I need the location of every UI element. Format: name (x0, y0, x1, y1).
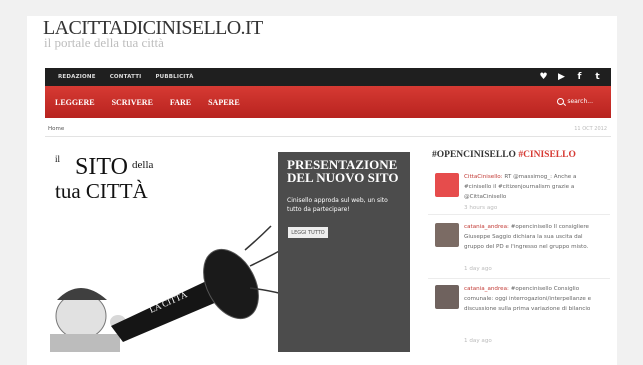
hero-handwriting-il: il (55, 154, 61, 164)
hero-caption-panel: PRESENTAZIONE DEL NUOVO SITO Cinisello a… (278, 152, 410, 352)
tweet-user[interactable]: catania_andrea: (464, 286, 509, 292)
tweet-user[interactable]: CittaCinisello: (464, 174, 503, 180)
sound-line-2 (249, 249, 282, 267)
social-icons: ♥ ▶ f t (538, 71, 603, 82)
main-navigation: LEGGERE SCRIVERE FARE SAPERE search... (45, 86, 611, 118)
play-icon[interactable]: ▶ (556, 71, 567, 82)
tweet-divider (428, 278, 610, 279)
sidebar-title: #OPENCINISELLO #CINISELLO (432, 150, 576, 160)
breadcrumb: Home 11 OCT 2012 (45, 123, 611, 137)
search-box[interactable]: search... (557, 98, 593, 105)
nav-item-fare[interactable]: FARE (170, 98, 191, 107)
hashtag-cinisello[interactable]: #CINISELLO (518, 150, 576, 160)
avatar[interactable] (435, 223, 459, 247)
tweet-text: CittaCinisello: RT @massimog_: Anche a #… (464, 172, 604, 202)
tweet-user[interactable]: catania_andrea: (464, 224, 509, 230)
twitter-icon[interactable]: t (592, 71, 603, 82)
toplink-contatti[interactable]: CONTATTI (110, 74, 142, 80)
child-shirt (50, 334, 120, 352)
nav-item-leggere[interactable]: LEGGERE (55, 98, 95, 107)
search-input[interactable]: search... (567, 98, 593, 105)
breadcrumb-home[interactable]: Home (48, 126, 64, 132)
tweet-text: catania_andrea: #opencinisello Il consig… (464, 222, 604, 252)
hero-handwriting-della: della (132, 159, 153, 171)
tweet-text: catania_andrea: #opencinisello Consiglio… (464, 284, 604, 314)
nav-item-scrivere[interactable]: SCRIVERE (112, 98, 153, 107)
hero-title[interactable]: PRESENTAZIONE DEL NUOVO SITO (287, 158, 405, 184)
twitter-sidebar: #OPENCINISELLO #CINISELLO CittaCinisello… (428, 148, 611, 358)
top-utility-bar: REDAZIONE CONTATTI PUBBLICITÀ ♥ ▶ f t (45, 68, 611, 86)
hashtag-opencinisello[interactable]: #OPENCINISELLO (432, 150, 516, 160)
child-cap (57, 288, 107, 300)
site-tagline: il portale della tua città (44, 35, 164, 50)
tweet-time: 1 day ago (464, 266, 492, 272)
hero-handwriting-city: tua CITTÀ (55, 179, 149, 203)
current-date: 11 OCT 2012 (574, 126, 607, 132)
toplink-pubblicita[interactable]: PUBBLICITÀ (155, 74, 193, 80)
hero-description: Cinisello approda sul web, un sito tutto… (287, 197, 388, 213)
toplink-redazione[interactable]: REDAZIONE (58, 74, 96, 80)
search-icon (557, 98, 565, 105)
tweet-time: 3 hours ago (464, 205, 498, 211)
nav-item-sapere[interactable]: SAPERE (208, 98, 240, 107)
sound-line-1 (244, 225, 272, 251)
avatar[interactable] (435, 285, 459, 309)
avatar[interactable] (435, 173, 459, 197)
facebook-icon[interactable]: f (574, 71, 585, 82)
tweet-divider (428, 214, 610, 215)
hero-handwriting-sito: SITO (75, 154, 128, 180)
heart-icon[interactable]: ♥ (538, 71, 549, 82)
read-more-button[interactable]: LEGGI TUTTO (288, 227, 328, 238)
tweet-time: 1 day ago (464, 338, 492, 344)
